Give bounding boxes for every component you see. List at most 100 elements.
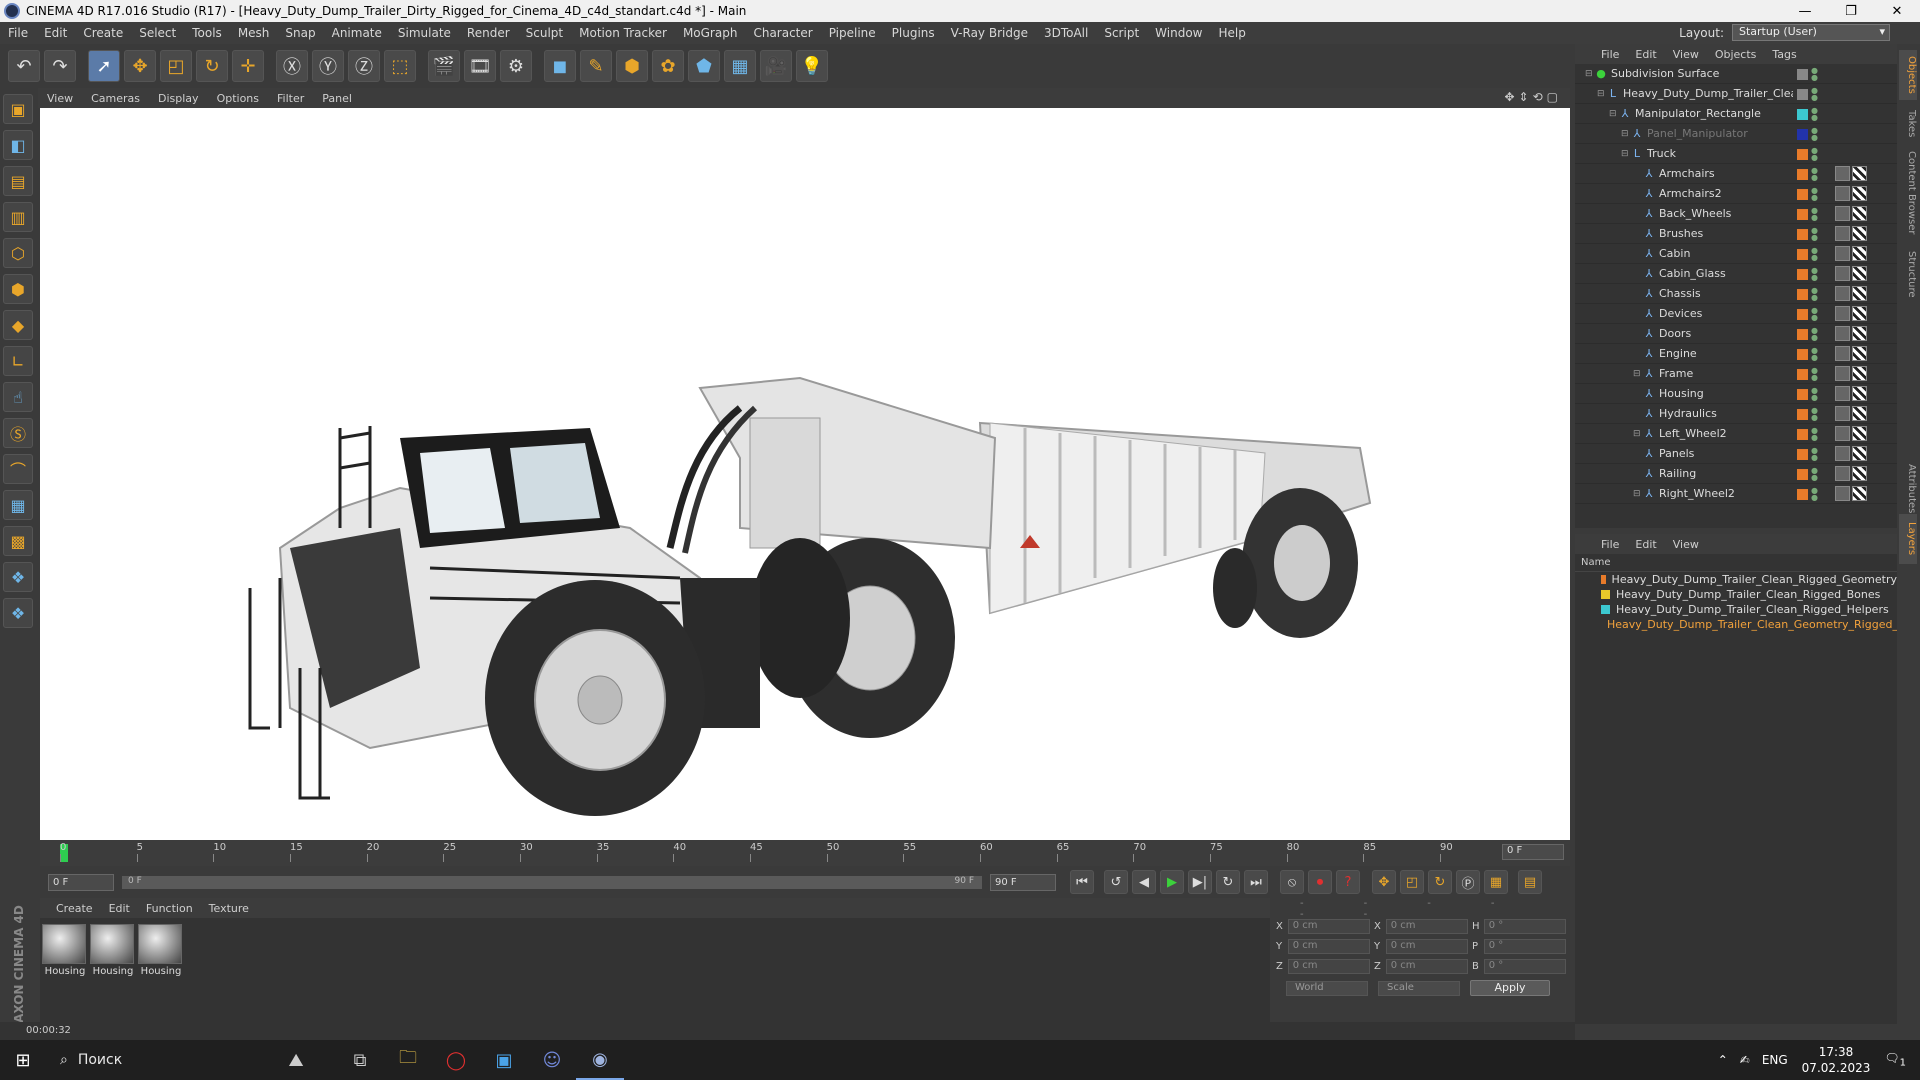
object-row[interactable]: ⅄ Panels ● ● <box>1575 444 1897 464</box>
select-tool-icon[interactable]: ➚ <box>88 50 120 82</box>
edges-mode-icon[interactable]: ⬢ <box>3 274 33 304</box>
tag-icon[interactable] <box>1852 446 1867 461</box>
layer-color-swatch[interactable] <box>1797 329 1808 340</box>
layer-color-swatch[interactable] <box>1797 149 1808 160</box>
timeline[interactable]: 0 5 10 15 20 25 30 35 40 45 50 55 60 65 70 75 80 85 90 0 F <box>40 840 1570 866</box>
viewport-menu-display[interactable]: Display <box>149 92 208 105</box>
deformer-icon[interactable]: ⬟ <box>688 50 720 82</box>
tag-icon[interactable] <box>1852 346 1867 361</box>
menu-snap[interactable]: Snap <box>277 26 323 40</box>
layer-color-swatch[interactable] <box>1797 409 1808 420</box>
layer-color-swatch[interactable] <box>1797 189 1808 200</box>
tag-icon[interactable] <box>1852 206 1867 221</box>
tag-icon[interactable] <box>1835 486 1850 501</box>
goto-start-icon[interactable]: ⏮ <box>1070 870 1094 894</box>
notifications-icon[interactable]: 🗨1 <box>1884 1051 1906 1068</box>
object-row[interactable]: ⅄ Chassis ● ● <box>1575 284 1897 304</box>
viewport-menu-panel[interactable]: Panel <box>313 92 361 105</box>
redo-icon[interactable]: ↷ <box>44 50 76 82</box>
task-view-icon[interactable]: ⧉ <box>336 1040 384 1080</box>
key-pla-icon[interactable]: ▦ <box>1484 870 1508 894</box>
object-row[interactable]: ⅄ Brushes ● ● <box>1575 224 1897 244</box>
object-row[interactable]: ⅄ Armchairs2 ● ● <box>1575 184 1897 204</box>
tag-icon[interactable] <box>1852 386 1867 401</box>
viewport-navigation-icons[interactable]: ✥⇕⟲▢ <box>1504 90 1562 104</box>
object-menu-file[interactable]: File <box>1593 48 1627 61</box>
opera-icon[interactable]: ◯ <box>432 1040 480 1080</box>
visibility-dots[interactable]: ● ● <box>1811 107 1818 122</box>
render-view-icon[interactable]: 🎬 <box>428 50 460 82</box>
axis-mode-icon[interactable]: ∟ <box>3 346 33 376</box>
cube-icon[interactable]: ◼ <box>544 50 576 82</box>
coord-value-field[interactable]: 0 ° <box>1483 938 1566 954</box>
coord-value-field[interactable]: 0 cm <box>1385 918 1468 934</box>
layer-color-swatch[interactable] <box>1797 389 1808 400</box>
key-position-icon[interactable]: ✥ <box>1372 870 1396 894</box>
object-row[interactable]: ⊟ ⅄ Left_Wheel2 ● ● <box>1575 424 1897 444</box>
menu-select[interactable]: Select <box>131 26 184 40</box>
layer-color-swatch[interactable] <box>1797 269 1808 280</box>
x-axis-icon[interactable]: Ⓧ <box>276 50 308 82</box>
frame-range-slider[interactable]: 0 F 90 F <box>122 875 982 889</box>
snap-icon[interactable]: Ⓢ <box>3 418 33 448</box>
object-row[interactable]: ⅄ Railing ● ● <box>1575 464 1897 484</box>
tag-icon[interactable] <box>1835 166 1850 181</box>
object-row[interactable]: ⅄ Hydraulics ● ● <box>1575 404 1897 424</box>
scale-dropdown[interactable]: Scale <box>1378 980 1460 996</box>
material-menu-create[interactable]: Create <box>48 902 101 915</box>
python-icon[interactable]: ❖ <box>3 562 33 592</box>
expand-toggle-icon[interactable]: ⊟ <box>1621 129 1631 139</box>
visibility-dots[interactable]: ● ● <box>1811 207 1818 222</box>
tag-icon[interactable] <box>1852 466 1867 481</box>
subdivision-icon[interactable]: ⬢ <box>616 50 648 82</box>
material-item[interactable]: Housing <box>90 924 136 977</box>
layer-color-swatch[interactable] <box>1797 209 1808 220</box>
side-tab-objects[interactable]: Objects <box>1899 50 1917 100</box>
layer-menu-view[interactable]: View <box>1665 538 1707 551</box>
menu-create[interactable]: Create <box>75 26 131 40</box>
menu-file[interactable]: File <box>0 26 36 40</box>
menu-3dtoall[interactable]: 3DToAll <box>1036 26 1096 40</box>
tag-icon[interactable] <box>1852 326 1867 341</box>
frame-ruler[interactable]: 0 5 10 15 20 25 30 35 40 45 50 55 60 65 70 75 80 85 90 <box>50 840 1490 866</box>
visibility-dots[interactable]: ● ● <box>1811 167 1818 182</box>
object-menu-tags[interactable]: Tags <box>1764 48 1804 61</box>
object-row[interactable]: ⊟ ⅄ Manipulator_Rectangle ● ● <box>1575 104 1897 124</box>
render-settings-icon[interactable]: ⚙ <box>500 50 532 82</box>
object-menu-objects[interactable]: Objects <box>1707 48 1765 61</box>
tag-icon[interactable] <box>1852 266 1867 281</box>
menu-motion-tracker[interactable]: Motion Tracker <box>571 26 675 40</box>
prev-key-icon[interactable]: ↺ <box>1104 870 1128 894</box>
visibility-dots[interactable]: ● ● <box>1811 387 1818 402</box>
tag-icon[interactable] <box>1835 426 1850 441</box>
layer-color-swatch[interactable] <box>1797 369 1808 380</box>
layer-row[interactable]: Heavy_Duty_Dump_Trailer_Clean_Rigged_Geo… <box>1575 572 1897 587</box>
render-picture-viewer-icon[interactable]: 🎞 <box>464 50 496 82</box>
menu-animate[interactable]: Animate <box>324 26 390 40</box>
side-tab-layers[interactable]: Layers <box>1899 514 1917 564</box>
expand-toggle-icon[interactable]: ⊟ <box>1633 369 1643 379</box>
object-row[interactable]: ⊟ ● Subdivision Surface ● ● <box>1575 64 1897 84</box>
layer-color-swatch[interactable] <box>1797 129 1808 140</box>
menu-pipeline[interactable]: Pipeline <box>821 26 884 40</box>
coord-value-field[interactable]: 0 cm <box>1287 938 1370 954</box>
tag-icon[interactable] <box>1852 406 1867 421</box>
next-key-icon[interactable]: ↻ <box>1216 870 1240 894</box>
object-menu-view[interactable]: View <box>1665 48 1707 61</box>
menu-character[interactable]: Character <box>745 26 820 40</box>
visibility-dots[interactable]: ● ● <box>1811 407 1818 422</box>
menu-help[interactable]: Help <box>1210 26 1253 40</box>
object-row[interactable]: ⅄ Back_Wheels ● ● <box>1575 204 1897 224</box>
tag-icon[interactable] <box>1852 486 1867 501</box>
key-parameter-icon[interactable]: Ⓟ <box>1456 870 1480 894</box>
object-row[interactable]: ⊟ L Heavy_Duty_Dump_Trailer_Clean ● ● <box>1575 84 1897 104</box>
goto-end-icon[interactable]: ⏭ <box>1244 870 1268 894</box>
layer-row[interactable]: Heavy_Duty_Dump_Trailer_Clean_Rigged_Hel… <box>1575 602 1897 617</box>
tag-icon[interactable] <box>1835 406 1850 421</box>
menu-plugins[interactable]: Plugins <box>884 26 943 40</box>
layer-color-swatch[interactable] <box>1797 489 1808 500</box>
menu-v-ray-bridge[interactable]: V-Ray Bridge <box>943 26 1036 40</box>
tag-icon[interactable] <box>1852 186 1867 201</box>
floor-icon[interactable]: ▦ <box>724 50 756 82</box>
recent-tool-icon[interactable]: ✛ <box>232 50 264 82</box>
